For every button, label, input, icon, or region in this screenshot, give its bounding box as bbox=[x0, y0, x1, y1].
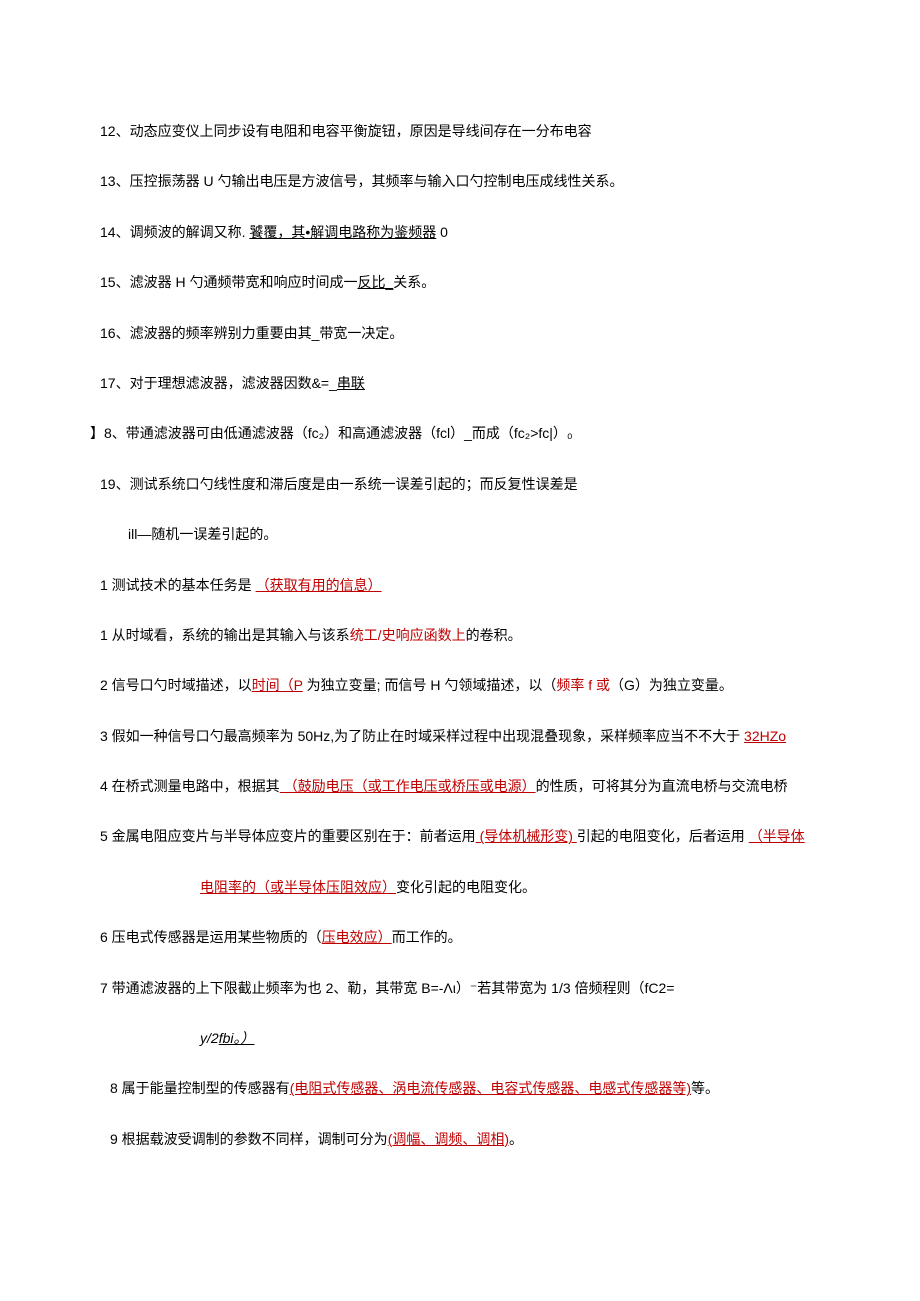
q-5a: 5 金属电阻应变片与半导体应变片的重要区别在于：前者运用 (导体机械形变) 引起… bbox=[100, 825, 820, 847]
text: 变化引起的电阻变化。 bbox=[396, 879, 536, 895]
underline-text: 串联 bbox=[337, 375, 365, 391]
answer-text: 时间（P bbox=[252, 677, 303, 693]
text: 12、动态应变仪上同步设有电阻和电容平衡旋钮，原因是导线间存在一分布电容 bbox=[100, 123, 592, 139]
answer-text: 电阻率的（或半导体压阻效应） bbox=[200, 879, 396, 895]
item-14: 14、调频波的解调又称. 饕覆，其•解调电路称为鉴频器 0 bbox=[100, 221, 820, 243]
answer-text: (导体机械形变) bbox=[476, 828, 577, 844]
q-2: 2 信号口勺时域描述，以时间（P 为独立变量; 而信号 H 勺领域描述，以（频率… bbox=[100, 674, 820, 696]
underline-text: 反比_ bbox=[357, 274, 393, 290]
text: 8 属于能量控制型的传感器有 bbox=[110, 1080, 290, 1096]
answer-text: 压电效应） bbox=[322, 929, 392, 945]
text: 4 在桥式测量电路中，根据其 bbox=[100, 778, 280, 794]
q-1b: 1 从时域看，系统的输出是其输入与该系统工/史响应函数上的卷积。 bbox=[100, 624, 820, 646]
answer-text: 频率 f 或 bbox=[556, 677, 610, 693]
answer-text: 统工/史响应函数上 bbox=[350, 627, 466, 643]
text: （G）为独立变量。 bbox=[610, 677, 733, 693]
text: 15、滤波器 H 勺通频带宽和响应时间成一 bbox=[100, 274, 357, 290]
text: 的卷积。 bbox=[466, 627, 522, 643]
item-13: 13、压控振荡器 U 勺输出电压是方波信号，其频率与输入口勺控制电压成线性关系。 bbox=[100, 170, 820, 192]
text: 关系。 bbox=[393, 274, 435, 290]
q-6: 6 压电式传感器是运用某些物质的（压电效应）而工作的。 bbox=[100, 926, 820, 948]
q-8: 8 属于能量控制型的传感器有(电阻式传感器、涡电流传感器、电容式传感器、电感式传… bbox=[100, 1077, 820, 1099]
answer-text: 32HZo bbox=[744, 728, 786, 744]
q-7a: 7 带通滤波器的上下限截止频率为也 2、勒，其带宽 B=-Λι）⁻若其带宽为 1… bbox=[100, 977, 820, 999]
underline-text: fbi。） bbox=[219, 1030, 255, 1046]
text: 1 测试技术的基本任务是 bbox=[100, 577, 256, 593]
item-16: 16、滤波器的频率辨别力重要由其_带宽一决定。 bbox=[100, 322, 820, 344]
answer-text: (调幅、调频、调相) bbox=[388, 1131, 509, 1147]
text: 13、压控振荡器 U 勺输出电压是方波信号，其频率与输入口勺控制电压成线性关系。 bbox=[100, 173, 623, 189]
text: 16、滤波器的频率辨别力重要由其_带宽一决定。 bbox=[100, 325, 403, 341]
text: 3 假如一种信号口勺最高频率为 50Hz,为了防止在时域采样过程中出现混叠现象，… bbox=[100, 728, 744, 744]
text: 9 根据载波受调制的参数不同样，调制可分为 bbox=[110, 1131, 388, 1147]
text: 7 带通滤波器的上下限截止频率为也 2、勒，其带宽 B=-Λι）⁻若其带宽为 1… bbox=[100, 980, 674, 996]
item-18: 】8、带通滤波器可由低通滤波器（fc₂）和高通滤波器（fcl）_而成（fc₂>f… bbox=[90, 422, 820, 444]
item-12: 12、动态应变仪上同步设有电阻和电容平衡旋钮，原因是导线间存在一分布电容 bbox=[100, 120, 820, 142]
q-7b: y/2fbi。） bbox=[100, 1027, 820, 1049]
text: 14、调频波的解调又称. bbox=[100, 224, 249, 240]
answer-text: （半导体 bbox=[749, 828, 805, 844]
q-5b: 电阻率的（或半导体压阻效应）变化引起的电阻变化。 bbox=[100, 876, 820, 898]
q-4: 4 在桥式测量电路中，根据其 （鼓励电压（或工作电压或桥压或电源）的性质，可将其… bbox=[100, 775, 820, 797]
item-19b: ill—随机一误差引起的。 bbox=[100, 523, 820, 545]
formula-text: y/2 bbox=[200, 1030, 219, 1046]
text: 17、对于理想滤波器，滤波器因数&=_ bbox=[100, 375, 337, 391]
answer-text: (电阻式传感器、涡电流传感器、电容式传感器、电感式传感器等) bbox=[290, 1080, 691, 1096]
q-1: 1 测试技术的基本任务是 （获取有用的信息） bbox=[100, 574, 820, 596]
text: ill—随机一误差引起的。 bbox=[128, 526, 277, 542]
text: 为独立变量; 而信号 H 勺领域描述，以（ bbox=[303, 677, 557, 693]
text: 。 bbox=[509, 1131, 523, 1147]
text: 1 从时域看，系统的输出是其输入与该系 bbox=[100, 627, 350, 643]
item-15: 15、滤波器 H 勺通频带宽和响应时间成一反比_关系。 bbox=[100, 271, 820, 293]
document-page: 12、动态应变仪上同步设有电阻和电容平衡旋钮，原因是导线间存在一分布电容 13、… bbox=[0, 0, 920, 1258]
text: 6 压电式传感器是运用某些物质的（ bbox=[100, 929, 322, 945]
text: 等。 bbox=[691, 1080, 719, 1096]
text: 19、测试系统口勺线性度和滞后度是由一系统一误差引起的；而反复性误差是 bbox=[100, 476, 578, 492]
q-9: 9 根据载波受调制的参数不同样，调制可分为(调幅、调频、调相)。 bbox=[100, 1128, 820, 1150]
q-3: 3 假如一种信号口勺最高频率为 50Hz,为了防止在时域采样过程中出现混叠现象，… bbox=[100, 725, 820, 747]
text: 引起的电阻变化，后者运用 bbox=[577, 828, 749, 844]
underline-text: 饕覆，其•解调电路称为鉴频器 bbox=[249, 224, 436, 240]
text: 的性质，可将其分为直流电桥与交流电桥 bbox=[536, 778, 788, 794]
item-17: 17、对于理想滤波器，滤波器因数&=_串联 bbox=[100, 372, 820, 394]
answer-text: （鼓励电压（或工作电压或桥压或电源） bbox=[280, 778, 536, 794]
text: 5 金属电阻应变片与半导体应变片的重要区别在于：前者运用 bbox=[100, 828, 476, 844]
text: 0 bbox=[436, 224, 448, 240]
item-19a: 19、测试系统口勺线性度和滞后度是由一系统一误差引起的；而反复性误差是 bbox=[100, 473, 820, 495]
answer-text: （获取有用的信息） bbox=[256, 577, 382, 593]
text: 】8、带通滤波器可由低通滤波器（fc₂）和高通滤波器（fcl）_而成（fc₂>f… bbox=[90, 425, 573, 441]
text: 而工作的。 bbox=[392, 929, 462, 945]
text: 2 信号口勺时域描述，以 bbox=[100, 677, 252, 693]
